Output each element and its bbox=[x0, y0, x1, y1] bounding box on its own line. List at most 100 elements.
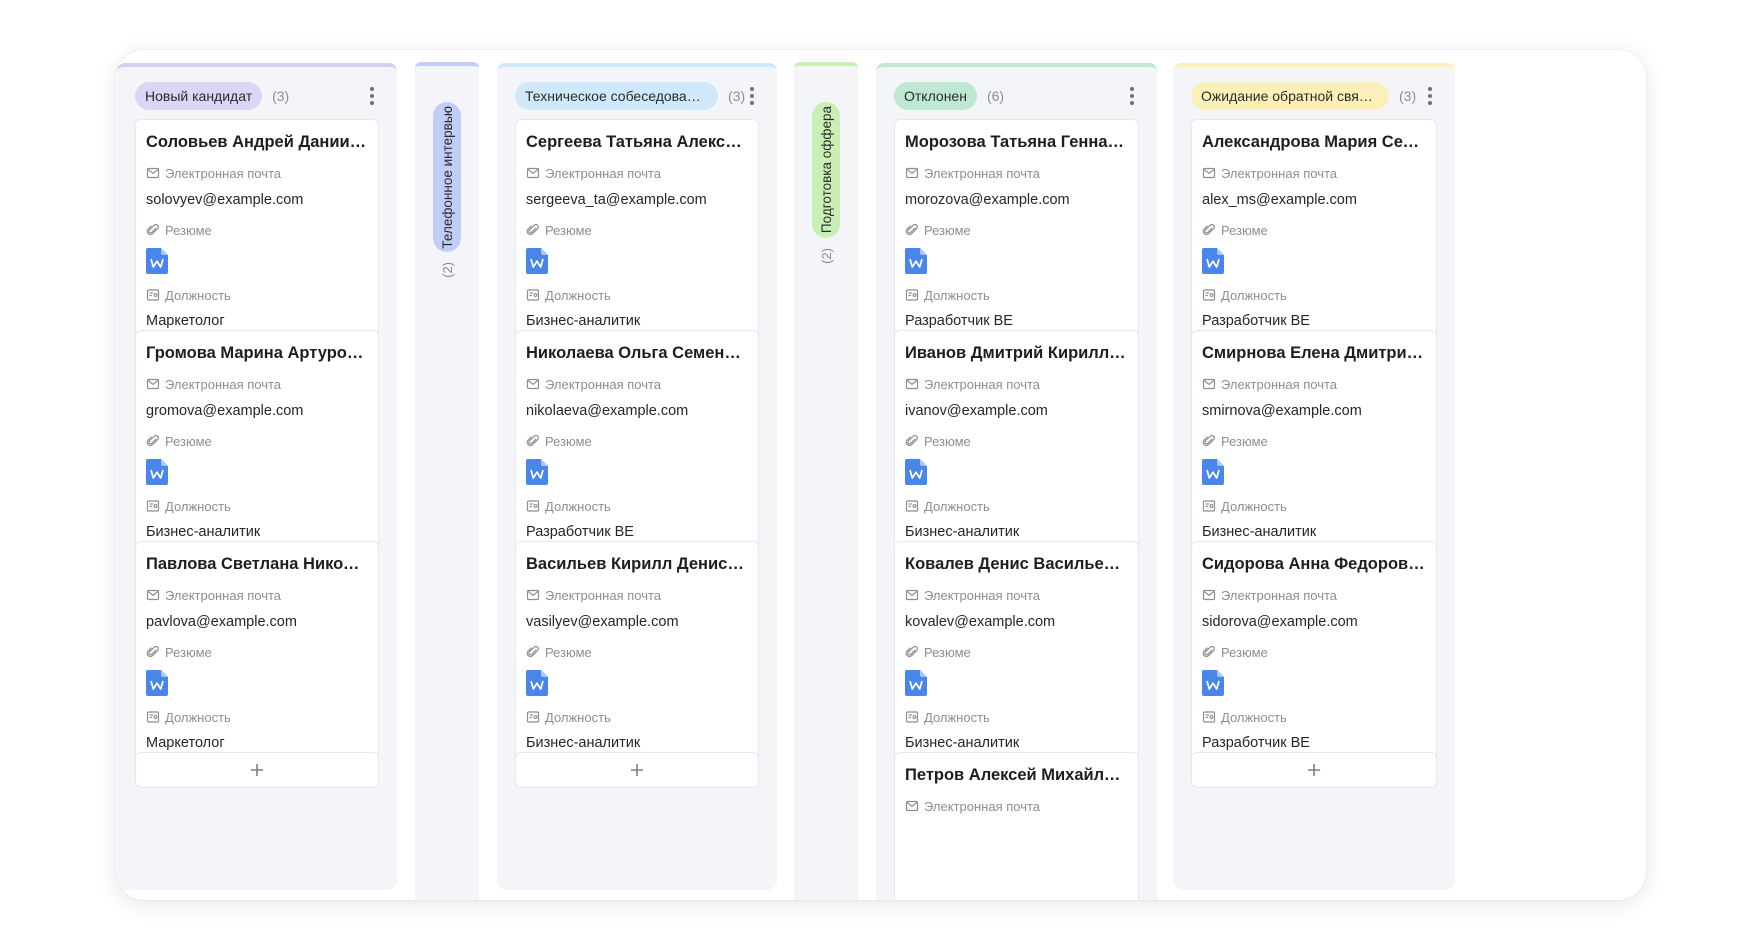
position-icon bbox=[146, 500, 160, 512]
column-new-candidate: Новый кандидат (3) Соловьев Андрей Дании… bbox=[117, 63, 397, 890]
column-header: Техническое собеседование (3) bbox=[515, 82, 759, 110]
add-card-button[interactable] bbox=[135, 752, 379, 788]
email-value[interactable]: gromova@example.com bbox=[146, 401, 368, 421]
add-card-button[interactable] bbox=[515, 752, 759, 788]
candidate-name: Смирнова Елена Дмитриевна bbox=[1202, 344, 1426, 362]
word-document-icon[interactable] bbox=[904, 458, 928, 486]
resume-label: Резюме bbox=[905, 221, 1128, 239]
collapsed-column-phone-interview[interactable]: Телефонное интервью (2) bbox=[415, 62, 479, 900]
more-menu-icon[interactable] bbox=[365, 85, 379, 107]
mail-icon bbox=[146, 167, 160, 179]
position-icon bbox=[146, 711, 160, 723]
column-title-tag[interactable]: Ожидание обратной связи о... bbox=[1191, 82, 1389, 110]
position-icon bbox=[146, 289, 160, 301]
email-value[interactable]: ivanov@example.com bbox=[905, 401, 1128, 421]
resume-label: Резюме bbox=[526, 221, 748, 239]
position-icon bbox=[905, 500, 919, 512]
email-value[interactable]: pavlova@example.com bbox=[146, 612, 368, 632]
email-value[interactable]: alex_ms@example.com bbox=[1202, 190, 1426, 210]
email-value[interactable]: vasilyev@example.com bbox=[526, 612, 748, 632]
more-menu-icon[interactable] bbox=[1125, 85, 1139, 107]
word-document-icon[interactable] bbox=[1201, 458, 1225, 486]
column-title-tag[interactable]: Отклонен bbox=[894, 82, 977, 110]
column-title-tag[interactable]: Техническое собеседование bbox=[515, 82, 719, 110]
email-value[interactable]: morozova@example.com bbox=[905, 190, 1128, 210]
position-label: Должность bbox=[905, 497, 1128, 515]
candidate-card[interactable]: Иванов Дмитрий Кириллович Электронная по… bbox=[894, 330, 1139, 554]
mail-icon bbox=[146, 378, 160, 390]
paperclip-icon bbox=[146, 645, 159, 658]
more-menu-icon[interactable] bbox=[745, 85, 759, 107]
collapsed-column-title[interactable]: Телефонное интервью bbox=[433, 102, 461, 252]
position-value: Бизнес-аналитик bbox=[1202, 524, 1317, 540]
candidate-card[interactable]: Сидорова Анна Федоровна Электронная почт… bbox=[1191, 541, 1437, 765]
candidate-card[interactable]: Громова Марина Артуровна Электронная поч… bbox=[135, 330, 379, 554]
candidate-card[interactable]: Павлова Светлана Николаевна Электронная … bbox=[135, 541, 379, 765]
mail-icon bbox=[1202, 378, 1216, 390]
word-document-icon[interactable] bbox=[1201, 247, 1225, 275]
candidate-card[interactable]: Сергеева Татьяна Александ... Электронная… bbox=[515, 119, 759, 343]
position-value: Бизнес-аналитик bbox=[905, 524, 1020, 540]
email-label: Электронная почта bbox=[526, 375, 748, 393]
position-value: Маркетолог bbox=[146, 313, 225, 329]
candidate-card[interactable]: Морозова Татьяна Геннадье... Электронная… bbox=[894, 119, 1139, 343]
word-document-icon[interactable] bbox=[525, 669, 549, 697]
add-card-button[interactable] bbox=[1191, 752, 1437, 788]
position-value: Бизнес-аналитик bbox=[526, 735, 641, 751]
candidate-card[interactable]: Васильев Кирилл Денисович Электронная по… bbox=[515, 541, 759, 765]
mail-icon bbox=[905, 167, 919, 179]
position-label: Должность bbox=[1202, 708, 1426, 726]
word-document-icon[interactable] bbox=[145, 669, 169, 697]
candidate-card[interactable]: Александрова Мария Семен... Электронная … bbox=[1191, 119, 1437, 343]
position-icon bbox=[905, 711, 919, 723]
word-document-icon[interactable] bbox=[145, 458, 169, 486]
resume-label: Резюме bbox=[1202, 643, 1426, 661]
word-document-icon[interactable] bbox=[525, 458, 549, 486]
word-document-icon[interactable] bbox=[1201, 669, 1225, 697]
word-document-icon[interactable] bbox=[145, 247, 169, 275]
position-icon bbox=[1202, 289, 1216, 301]
position-label: Должность bbox=[146, 708, 368, 726]
candidate-card[interactable]: Николаева Ольга Семеновна Электронная по… bbox=[515, 330, 759, 554]
candidate-name: Сидорова Анна Федоровна bbox=[1202, 555, 1426, 573]
position-value: Бизнес-аналитик bbox=[526, 313, 641, 329]
position-label: Должность bbox=[1202, 497, 1426, 515]
more-menu-icon[interactable] bbox=[1423, 85, 1437, 107]
position-icon bbox=[526, 500, 540, 512]
email-value[interactable]: kovalev@example.com bbox=[905, 612, 1128, 632]
email-value[interactable]: sidorova@example.com bbox=[1202, 612, 1426, 632]
word-document-icon[interactable] bbox=[525, 247, 549, 275]
email-label: Электронная почта bbox=[1202, 375, 1426, 393]
candidate-card[interactable]: Ковалев Денис Васильевич Электронная поч… bbox=[894, 541, 1139, 765]
collapsed-column-offer-preparation[interactable]: Подготовка оффера (2) bbox=[794, 62, 858, 900]
email-value[interactable]: nikolaeva@example.com bbox=[526, 401, 748, 421]
word-document-icon[interactable] bbox=[904, 669, 928, 697]
position-value: Бизнес-аналитик bbox=[146, 524, 261, 540]
email-label: Электронная почта bbox=[146, 586, 368, 604]
position-label: Должность bbox=[146, 497, 368, 515]
mail-icon bbox=[905, 589, 919, 601]
candidate-name: Ковалев Денис Васильевич bbox=[905, 555, 1128, 573]
candidate-card[interactable]: Соловьев Андрей Даниилович Электронная п… bbox=[135, 119, 379, 343]
candidate-card[interactable]: Смирнова Елена Дмитриевна Электронная по… bbox=[1191, 330, 1437, 554]
candidate-card[interactable]: Петров Алексей Михайлович Электронная по… bbox=[894, 752, 1139, 900]
resume-label: Резюме bbox=[146, 432, 368, 450]
email-value[interactable]: smirnova@example.com bbox=[1202, 401, 1426, 421]
resume-label: Резюме bbox=[146, 221, 368, 239]
paperclip-icon bbox=[146, 223, 159, 236]
mail-icon bbox=[1202, 167, 1216, 179]
paperclip-icon bbox=[1202, 645, 1215, 658]
word-document-icon[interactable] bbox=[904, 247, 928, 275]
email-value[interactable]: solovyev@example.com bbox=[146, 190, 368, 210]
collapsed-column-title[interactable]: Подготовка оффера bbox=[812, 102, 840, 238]
column-title-tag[interactable]: Новый кандидат bbox=[135, 82, 263, 110]
email-value[interactable]: sergeeva_ta@example.com bbox=[526, 190, 748, 210]
candidate-name: Морозова Татьяна Геннадье... bbox=[905, 133, 1128, 151]
position-label: Должность bbox=[526, 286, 748, 304]
email-label: Электронная почта bbox=[905, 586, 1128, 604]
paperclip-icon bbox=[526, 434, 539, 447]
email-label: Электронная почта bbox=[526, 164, 748, 182]
position-label: Должность bbox=[905, 708, 1128, 726]
resume-label: Резюме bbox=[146, 643, 368, 661]
plus-icon bbox=[251, 764, 263, 776]
